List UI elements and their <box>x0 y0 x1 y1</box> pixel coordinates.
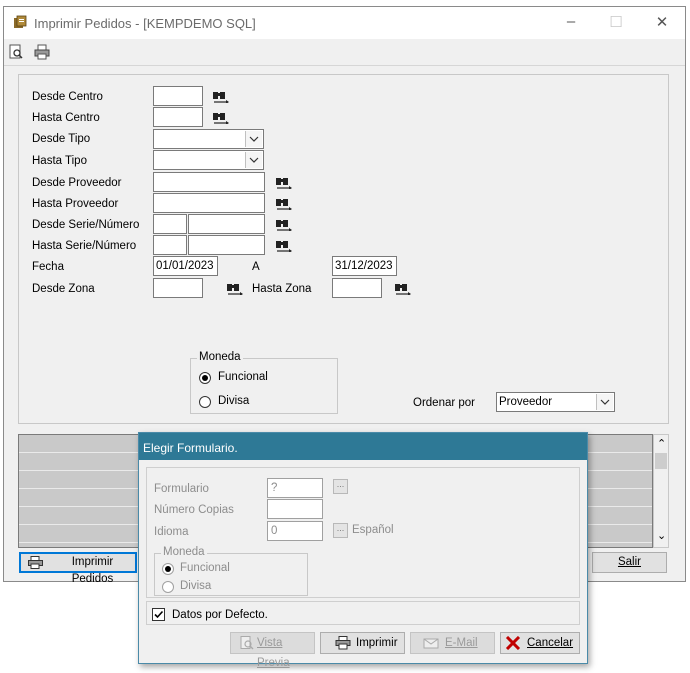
hasta-proveedor-input[interactable] <box>153 193 265 213</box>
desde-tipo-select[interactable] <box>153 129 264 149</box>
desde-zona-label: Desde Zona <box>32 283 95 295</box>
idioma-label: Idioma <box>154 526 189 538</box>
fecha-hasta-input[interactable]: 31/12/2023 <box>332 256 397 276</box>
hasta-tipo-label: Hasta Tipo <box>32 155 87 167</box>
idioma-name: Español <box>352 524 394 536</box>
toolbar <box>4 40 685 66</box>
desde-serie-input[interactable] <box>153 214 187 234</box>
hasta-numero-input[interactable] <box>188 235 265 255</box>
imprimir-pedidos-label: Imprimir Pedidos <box>71 556 114 585</box>
fecha-desde-input[interactable]: 01/01/2023 <box>153 256 218 276</box>
salir-button[interactable]: Salir <box>592 552 667 573</box>
elegir-formulario-dialog: Elegir Formulario. Formulario ? ... Núme… <box>138 432 588 669</box>
vista-previa-button[interactable]: Vista Previa <box>230 632 315 669</box>
app-icon <box>14 15 27 28</box>
desde-centro-label: Desde Centro <box>32 91 103 103</box>
funcional-label: Funcional <box>218 371 268 383</box>
ordenar-por-label: Ordenar por <box>413 397 476 409</box>
dialog-divisa-radio[interactable] <box>162 581 174 593</box>
imprimir-button[interactable]: Imprimir <box>320 632 405 654</box>
binoculars-search-icon[interactable] <box>275 196 293 210</box>
fecha-label: Fecha <box>32 261 64 273</box>
desde-tipo-label: Desde Tipo <box>32 133 91 145</box>
hasta-serie-input[interactable] <box>153 235 187 255</box>
formulario-browse-button[interactable]: ... <box>333 479 348 494</box>
desde-proveedor-input[interactable] <box>153 172 265 192</box>
moneda-group: Moneda Funcional Divisa <box>190 351 338 414</box>
divisa-label: Divisa <box>218 395 250 407</box>
preview-icon <box>240 636 254 650</box>
email-label: E-Mail <box>445 637 478 649</box>
scroll-up-arrow[interactable]: ⌃ <box>657 437 666 450</box>
hasta-zona-input[interactable] <box>332 278 382 298</box>
binoculars-search-icon[interactable] <box>212 89 230 103</box>
moneda-group-title: Moneda <box>197 351 243 363</box>
datos-por-defecto-checkbox[interactable] <box>152 608 165 621</box>
printer-icon <box>28 556 43 569</box>
hasta-serie-label: Hasta Serie/Número <box>32 240 137 252</box>
numero-copias-input[interactable] <box>267 499 323 519</box>
numero-copias-label: Número Copias <box>154 504 234 516</box>
checkmark-icon <box>154 610 164 619</box>
imprimir-pedidos-button[interactable]: Imprimir Pedidos <box>19 552 137 585</box>
formulario-input[interactable]: ? <box>267 478 323 498</box>
chevron-down-icon[interactable] <box>245 131 262 147</box>
printer-icon <box>335 636 351 650</box>
desde-serie-label: Desde Serie/Número <box>32 219 140 231</box>
desde-proveedor-label: Desde Proveedor <box>32 177 122 189</box>
binoculars-search-icon[interactable] <box>275 217 293 231</box>
dialog-funcional-label: Funcional <box>180 562 230 574</box>
dialog-moneda-title: Moneda <box>161 546 207 558</box>
dialog-title: Elegir Formulario. <box>143 441 238 455</box>
ordenar-por-value: Proveedor <box>499 396 553 408</box>
printer-icon[interactable] <box>34 44 50 60</box>
grid-scrollbar[interactable]: ⌃ ⌄ <box>653 434 669 548</box>
divisa-radio[interactable] <box>199 396 211 408</box>
window-title: Imprimir Pedidos - [KEMPDEMO SQL] <box>34 16 256 31</box>
chevron-down-icon[interactable] <box>245 152 262 168</box>
cancel-x-icon <box>505 636 521 650</box>
formulario-label: Formulario <box>154 483 209 495</box>
idioma-input[interactable]: 0 <box>267 521 323 541</box>
scroll-thumb[interactable] <box>655 453 667 469</box>
scroll-down-arrow[interactable]: ⌄ <box>657 529 666 542</box>
maximize-button[interactable]: ☐ <box>604 13 628 31</box>
binoculars-search-icon[interactable] <box>394 281 412 295</box>
desde-centro-input[interactable] <box>153 86 203 106</box>
funcional-radio[interactable] <box>199 372 211 384</box>
fecha-a-label: A <box>252 261 260 273</box>
cancelar-label: Cancelar <box>527 637 574 649</box>
binoculars-search-icon[interactable] <box>275 238 293 252</box>
idioma-browse-button[interactable]: ... <box>333 523 348 538</box>
hasta-centro-label: Hasta Centro <box>32 112 100 124</box>
hasta-centro-input[interactable] <box>153 107 203 127</box>
datos-por-defecto-label: Datos por Defecto. <box>172 609 268 621</box>
dialog-title-bar: Elegir Formulario. <box>139 433 587 460</box>
dialog-moneda-group: Moneda Funcional Divisa <box>154 546 308 596</box>
chevron-down-icon[interactable] <box>596 394 613 410</box>
vista-previa-label: Vista Previa <box>257 637 290 669</box>
binoculars-search-icon[interactable] <box>275 175 293 189</box>
close-button[interactable]: ✕ <box>650 13 674 31</box>
hasta-zona-label: Hasta Zona <box>252 283 312 295</box>
hasta-tipo-select[interactable] <box>153 150 264 170</box>
ordenar-por-select[interactable]: Proveedor <box>496 392 615 412</box>
preview-icon[interactable] <box>8 44 24 60</box>
hasta-proveedor-label: Hasta Proveedor <box>32 198 119 210</box>
email-button[interactable]: E-Mail <box>410 632 495 654</box>
dialog-divisa-label: Divisa <box>180 580 212 592</box>
email-icon <box>423 638 439 649</box>
minimize-button[interactable]: – <box>559 13 583 30</box>
desde-numero-input[interactable] <box>188 214 265 234</box>
desde-zona-input[interactable] <box>153 278 203 298</box>
imprimir-label: Imprimir <box>356 637 398 649</box>
dialog-funcional-radio[interactable] <box>162 563 174 575</box>
binoculars-search-icon[interactable] <box>212 110 230 124</box>
title-bar: Imprimir Pedidos - [KEMPDEMO SQL] – ☐ ✕ <box>4 7 685 39</box>
binoculars-search-icon[interactable] <box>226 281 244 295</box>
cancelar-button[interactable]: Cancelar <box>500 632 580 654</box>
